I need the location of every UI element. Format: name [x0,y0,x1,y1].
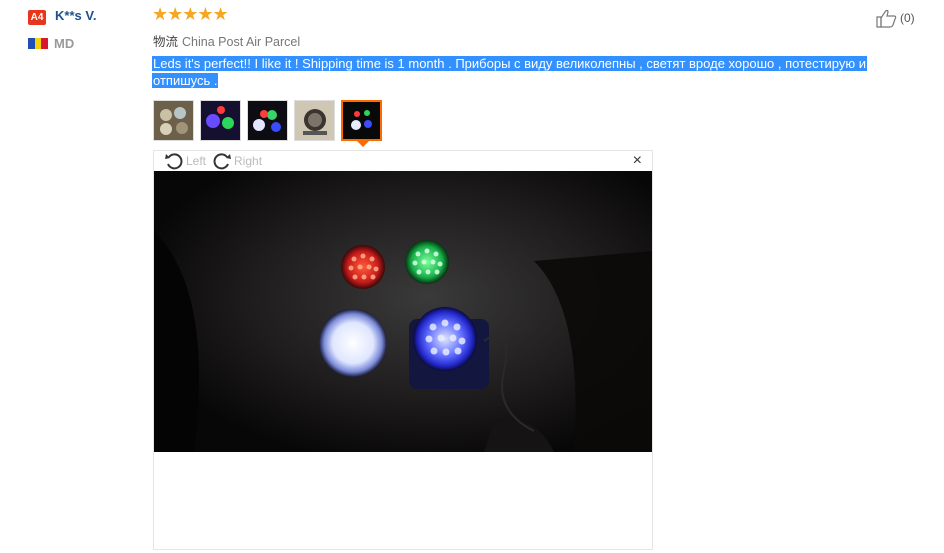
photo-viewer: Left Right × [153,150,653,550]
shipping-info: 物流 China Post Air Parcel [153,31,300,50]
review-photo [154,171,652,452]
rotate-right-icon [212,151,232,171]
country-code: MD [54,36,75,51]
close-viewer-button[interactable]: × [633,153,642,169]
rotate-left-button[interactable]: Left [164,151,206,171]
photo-thumbnail-active[interactable] [341,100,382,141]
rotate-left-icon [164,151,184,171]
rotate-right-button[interactable]: Right [212,151,262,171]
photo-thumbnail[interactable] [200,100,241,141]
country-flag-icon [28,38,49,49]
review-text-line-1: Leds it's perfect!! I like it ! Shipping… [152,56,868,71]
rotate-left-label: Left [186,154,207,168]
photo-thumbnail[interactable] [294,100,335,141]
shipping-label: 物流 [153,35,179,49]
review-text-line-2: отпишусь . [152,73,219,88]
shipping-value: China Post Air Parcel [182,35,301,49]
helpful-button[interactable]: (0) [876,8,915,28]
rotate-right-label: Right [234,154,263,168]
review-text: Leds it's perfect!! I like it ! Shipping… [152,55,917,89]
active-thumbnail-pointer [357,141,369,147]
helpful-count: (0) [900,11,915,25]
review-photo-image [154,171,652,452]
level-badge: A4 [28,10,46,25]
photo-thumbnail[interactable] [247,100,288,141]
photo-thumbnail[interactable] [153,100,194,141]
viewer-toolbar: Left Right [164,151,262,171]
reviewer-name[interactable]: K**s V. [55,8,96,23]
star-rating: ★★★★★ [152,4,229,24]
thumbs-up-icon [876,8,900,28]
photo-thumbnails [153,100,382,141]
